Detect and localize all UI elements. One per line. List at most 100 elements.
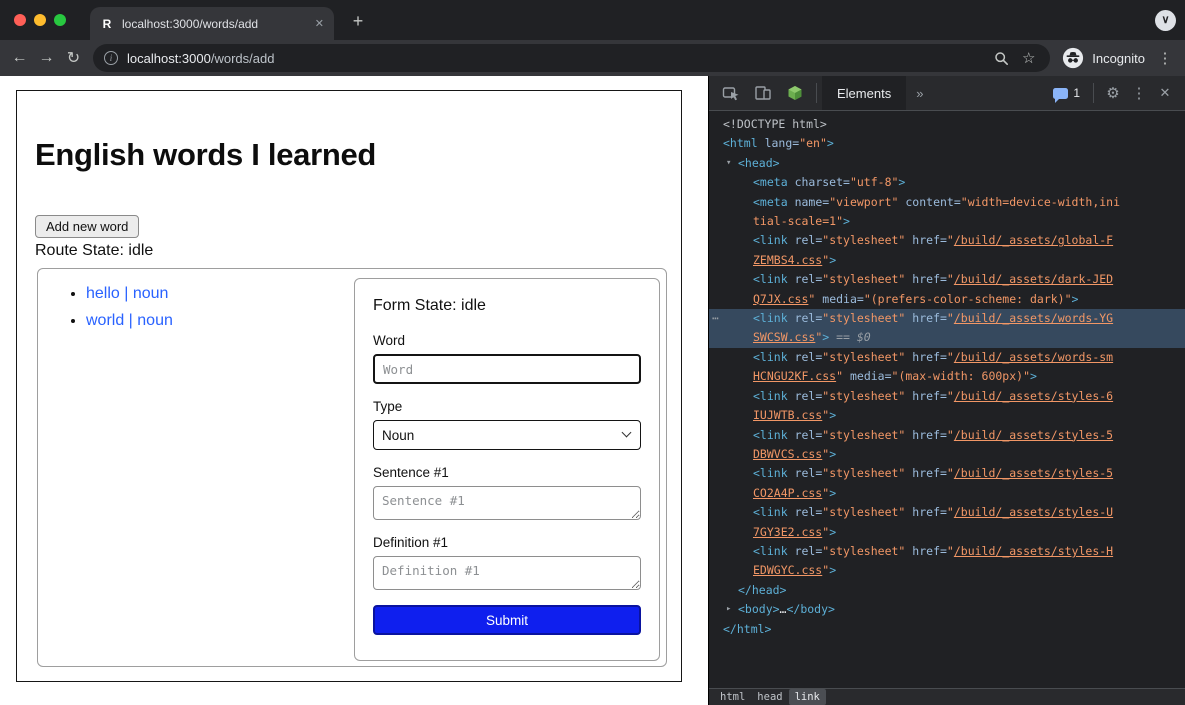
fullscreen-window-button[interactable]: [54, 14, 66, 26]
issues-count: 1: [1073, 86, 1080, 100]
browser-menu-button[interactable]: ⋮: [1155, 49, 1175, 67]
code-line[interactable]: <html lang="en">: [709, 134, 1185, 153]
stylesheet-href-link[interactable]: /build/_assets/styles-5: [954, 428, 1113, 442]
code-line[interactable]: EDWGYC.css">: [709, 561, 1185, 580]
devtools-menu-icon[interactable]: ⋮: [1127, 84, 1151, 102]
stylesheet-href-link[interactable]: HCNGU2KF.css: [753, 369, 836, 383]
code-line[interactable]: 7GY3E2.css">: [709, 523, 1185, 542]
code-token: <link: [753, 389, 788, 403]
stylesheet-href-link[interactable]: /build/_assets/styles-5: [954, 466, 1113, 480]
word-link[interactable]: world | noun: [86, 312, 173, 329]
code-line[interactable]: tial-scale=1">: [709, 212, 1185, 231]
stylesheet-href-link[interactable]: SWCSW.css: [753, 330, 815, 344]
breadcrumb-item[interactable]: html: [714, 689, 751, 705]
submit-button[interactable]: Submit: [373, 605, 641, 635]
settings-gear-icon[interactable]: ⚙: [1099, 84, 1127, 102]
stylesheet-href-link[interactable]: /build/_assets/words-YG: [954, 311, 1113, 325]
breadcrumb-item[interactable]: head: [751, 689, 788, 705]
minimize-window-button[interactable]: [34, 14, 46, 26]
code-line[interactable]: CO2A4P.css">: [709, 484, 1185, 503]
stylesheet-href-link[interactable]: /build/_assets/styles-U: [954, 505, 1113, 519]
type-select[interactable]: Noun: [373, 420, 641, 450]
code-token: [788, 466, 795, 480]
tab-search-button[interactable]: ∨: [1155, 10, 1176, 31]
code-token: >: [829, 486, 836, 500]
code-token: [788, 428, 795, 442]
extension-cube-icon[interactable]: [779, 76, 811, 110]
stylesheet-href-link[interactable]: /build/_assets/styles-H: [954, 544, 1113, 558]
code-line[interactable]: SWCSW.css"> == $0: [709, 328, 1185, 347]
code-line[interactable]: </html>: [709, 620, 1185, 639]
tab-elements[interactable]: Elements: [822, 76, 906, 110]
code-line[interactable]: DBWVCS.css">: [709, 445, 1185, 464]
stylesheet-href-link[interactable]: /build/_assets/words-sm: [954, 350, 1113, 364]
code-line[interactable]: ▾<head>: [709, 154, 1185, 173]
code-line[interactable]: <link rel="stylesheet" href="/build/_ass…: [709, 348, 1185, 367]
bookmark-star-icon[interactable]: ☆: [1015, 49, 1042, 67]
code-line[interactable]: </head>: [709, 581, 1185, 600]
word-link[interactable]: hello | noun: [86, 285, 168, 302]
code-line[interactable]: ZEMBS4.css">: [709, 251, 1185, 270]
zoom-icon[interactable]: [988, 51, 1015, 66]
address-bar[interactable]: i localhost:3000/words/add ☆: [93, 44, 1050, 72]
code-line[interactable]: <!DOCTYPE html>: [709, 115, 1185, 134]
code-line[interactable]: Q7JX.css" media="(prefers-color-scheme: …: [709, 290, 1185, 309]
code-line[interactable]: <link rel="stylesheet" href="/build/_ass…: [709, 464, 1185, 483]
code-line[interactable]: IUJWTB.css">: [709, 406, 1185, 425]
code-line[interactable]: <link rel="stylesheet" href="/build/_ass…: [709, 503, 1185, 522]
web-page: English words I learned Add new word Rou…: [0, 76, 708, 705]
tab-close-icon[interactable]: ✕: [315, 17, 324, 30]
collapse-arrow-icon[interactable]: ▾: [726, 154, 731, 173]
new-tab-button[interactable]: +: [346, 10, 370, 34]
code-token: "stylesheet": [822, 389, 905, 403]
breadcrumb-item[interactable]: link: [789, 689, 826, 705]
code-line[interactable]: <link rel="stylesheet" href="/build/_ass…: [709, 231, 1185, 250]
stylesheet-href-link[interactable]: /build/_assets/global-F: [954, 233, 1113, 247]
sentence-textarea[interactable]: [373, 486, 641, 520]
code-token: [788, 175, 795, 189]
expand-arrow-icon[interactable]: ▸: [726, 600, 731, 619]
stylesheet-href-link[interactable]: IUJWTB.css: [753, 408, 822, 422]
incognito-icon: [1062, 47, 1084, 69]
reload-button[interactable]: ↻: [60, 48, 87, 68]
add-new-word-button[interactable]: Add new word: [35, 215, 139, 238]
stylesheet-href-link[interactable]: CO2A4P.css: [753, 486, 822, 500]
devtools-close-icon[interactable]: ✕: [1151, 85, 1179, 101]
code-line[interactable]: ▸<body>…</body>: [709, 600, 1185, 619]
code-line[interactable]: ⋯<link rel="stylesheet" href="/build/_as…: [709, 309, 1185, 328]
code-line[interactable]: <meta name="viewport" content="width=dev…: [709, 193, 1185, 212]
code-line[interactable]: <link rel="stylesheet" href="/build/_ass…: [709, 270, 1185, 289]
more-tabs-button[interactable]: »: [906, 86, 933, 101]
close-window-button[interactable]: [14, 14, 26, 26]
inspect-element-icon[interactable]: [715, 76, 747, 110]
code-line[interactable]: <link rel="stylesheet" href="/build/_ass…: [709, 426, 1185, 445]
stylesheet-href-link[interactable]: /build/_assets/styles-6: [954, 389, 1113, 403]
code-line[interactable]: HCNGU2KF.css" media="(max-width: 600px)"…: [709, 367, 1185, 386]
issues-badge[interactable]: 1: [1053, 86, 1080, 100]
code-token: >: [1072, 292, 1079, 306]
code-token: rel=: [795, 272, 823, 286]
code-token: "stylesheet": [822, 311, 905, 325]
stylesheet-href-link[interactable]: DBWVCS.css: [753, 447, 822, 461]
code-line[interactable]: <link rel="stylesheet" href="/build/_ass…: [709, 387, 1185, 406]
device-toolbar-icon[interactable]: [747, 76, 779, 110]
code-token: ": [836, 369, 843, 383]
stylesheet-href-link[interactable]: ZEMBS4.css: [753, 253, 822, 267]
definition-textarea[interactable]: [373, 556, 641, 590]
code-token: ": [947, 544, 954, 558]
stylesheet-href-link[interactable]: /build/_assets/dark-JED: [954, 272, 1113, 286]
stylesheet-href-link[interactable]: 7GY3E2.css: [753, 525, 822, 539]
site-info-icon[interactable]: i: [104, 51, 118, 65]
type-label: Type: [373, 399, 641, 414]
word-input[interactable]: [373, 354, 641, 384]
stylesheet-href-link[interactable]: EDWGYC.css: [753, 563, 822, 577]
code-token: lang=: [765, 136, 800, 150]
code-line[interactable]: <meta charset="utf-8">: [709, 173, 1185, 192]
node-menu-icon[interactable]: ⋯: [712, 309, 720, 328]
forward-button[interactable]: →: [33, 49, 60, 67]
code-line[interactable]: <link rel="stylesheet" href="/build/_ass…: [709, 542, 1185, 561]
code-token: [758, 136, 765, 150]
stylesheet-href-link[interactable]: Q7JX.css: [753, 292, 808, 306]
browser-tab[interactable]: R localhost:3000/words/add ✕: [90, 7, 334, 40]
back-button[interactable]: ←: [6, 49, 33, 67]
